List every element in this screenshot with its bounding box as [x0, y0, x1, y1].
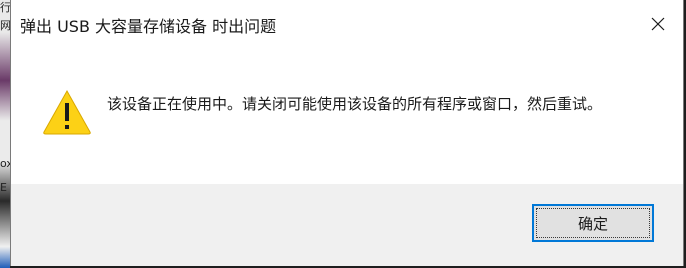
ok-button[interactable]: 确定 [532, 204, 654, 242]
dialog-titlebar: 弹出 USB 大容量存储设备 时出问题 [11, 0, 683, 48]
background-window-edge: 行 网 ox E [0, 0, 13, 268]
focus-ring [536, 208, 650, 238]
dialog-title: 弹出 USB 大容量存储设备 时出问题 [20, 17, 277, 36]
error-dialog: 弹出 USB 大容量存储设备 时出问题 该设备正在使用中。请关闭可能使用该设备的… [10, 0, 684, 266]
dialog-footer: 确定 [11, 184, 683, 266]
dialog-message: 该设备正在使用中。请关闭可能使用该设备的所有程序或窗口，然后重试。 [107, 95, 603, 113]
dialog-content: 该设备正在使用中。请关闭可能使用该设备的所有程序或窗口，然后重试。 [11, 48, 683, 184]
close-button[interactable] [641, 8, 675, 40]
warning-icon [43, 89, 91, 135]
background-text: E [0, 181, 7, 194]
close-icon [651, 17, 665, 31]
